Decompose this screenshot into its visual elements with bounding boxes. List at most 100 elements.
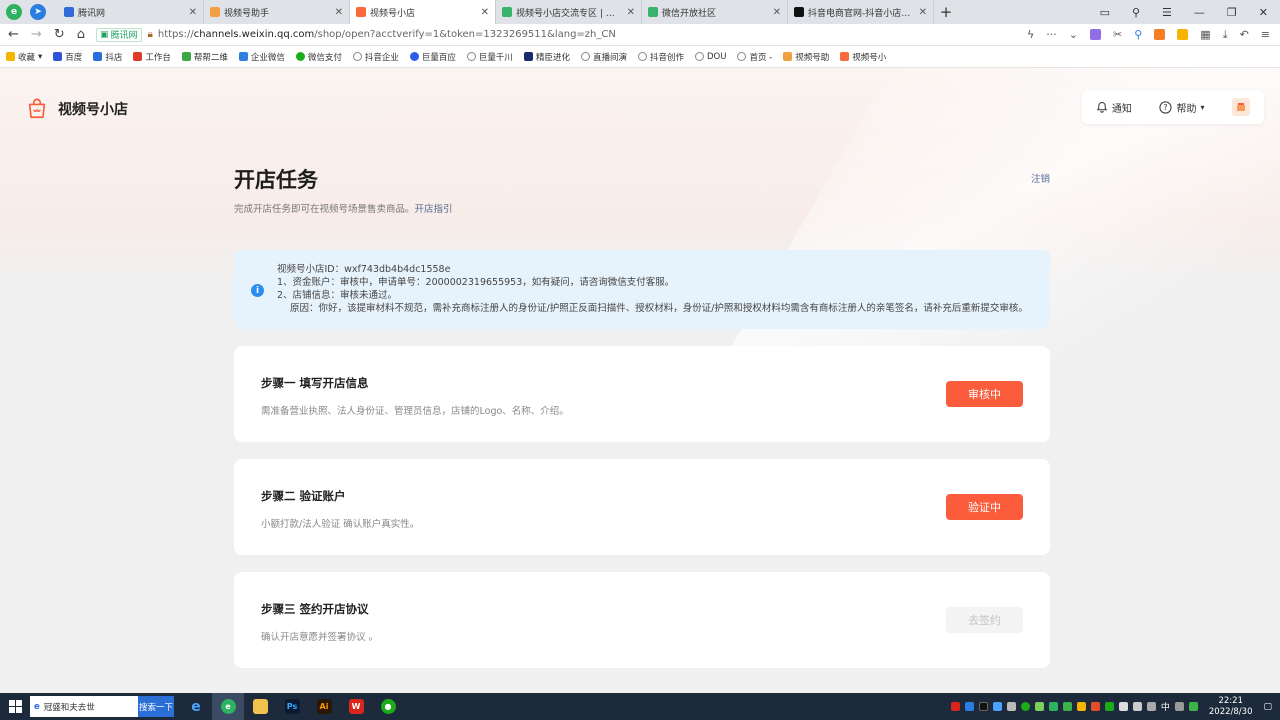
url-field[interactable]: ▣ 腾讯网 🔒︎ https:// channels.weixin.qq.com…	[96, 26, 1027, 44]
tab-close-icon[interactable]: ✕	[481, 7, 489, 18]
taskbar-app-ie[interactable]: e	[180, 693, 212, 720]
bookmark-item[interactable]: DOU	[694, 52, 726, 62]
tab-4[interactable]: 微信开放社区 ✕	[642, 0, 788, 24]
guide-link[interactable]: 开店指引	[415, 204, 453, 215]
keyboard-icon[interactable]	[1174, 702, 1184, 711]
flash-icon[interactable]: ϟ	[1027, 28, 1034, 41]
bookmark-item[interactable]: 抖音企业	[352, 51, 399, 63]
bookmark-item[interactable]: 直播间演	[580, 51, 627, 63]
taskbar-app-photoshop[interactable]: Ps	[276, 693, 308, 720]
bookmark-item[interactable]: 巨量千川	[466, 51, 513, 63]
ime-indicator[interactable]: 中	[1161, 700, 1170, 713]
close-window-icon[interactable]: ✕	[1259, 6, 1268, 19]
url-scheme: https://	[157, 29, 194, 40]
taskbar-app-browser[interactable]: e	[212, 693, 244, 720]
tab-close-icon[interactable]: ✕	[773, 7, 781, 18]
qrcode-icon	[181, 52, 191, 61]
bookmark-item[interactable]: 企业微信	[238, 51, 285, 63]
tray-app-icon[interactable]	[1062, 702, 1072, 711]
reload-icon[interactable]: ↻	[54, 27, 65, 42]
search-icon[interactable]: ⚲	[1134, 28, 1142, 41]
tab-0[interactable]: 腾讯网 ✕	[58, 0, 204, 24]
taskbar-app-explorer[interactable]	[244, 693, 276, 720]
apps-grid-icon[interactable]: ▦	[1200, 28, 1210, 41]
search-button[interactable]: 搜索一下	[138, 696, 174, 717]
logout-link[interactable]: 注销	[1031, 171, 1050, 185]
tray-app-icon[interactable]	[1048, 702, 1058, 711]
settings-icon[interactable]: ☰	[1162, 6, 1172, 19]
bluetooth-icon[interactable]	[964, 702, 974, 711]
undo-icon[interactable]: ↶	[1240, 28, 1249, 41]
tab-list-icon[interactable]: ▭	[1100, 6, 1110, 19]
help-button[interactable]: ? 帮助 ▾	[1159, 100, 1205, 115]
taskbar-app-wechat[interactable]: ●	[372, 693, 404, 720]
taskbar-apps: e e Ps Ai W ●	[180, 693, 404, 720]
security-icon[interactable]: 🔒︎	[148, 29, 153, 40]
notify-button[interactable]: 通知	[1096, 100, 1132, 115]
browser-logo-icon[interactable]: e	[6, 4, 22, 20]
avatar[interactable]	[1232, 98, 1251, 116]
minimize-icon[interactable]: —	[1194, 6, 1205, 19]
site-badge[interactable]: ▣ 腾讯网	[96, 27, 142, 42]
dropdown-icon[interactable]: ⌄	[1069, 28, 1078, 41]
taskbar-app-wps[interactable]: W	[340, 693, 372, 720]
pin-icon[interactable]: ⚲	[1132, 6, 1140, 19]
battery-icon[interactable]	[1146, 702, 1156, 711]
douyin-tray-icon[interactable]	[978, 702, 988, 711]
toolbar-right: ϟ ··· ⌄ ✂ ⚲ ▦ ⤓ ↶ ≡	[1027, 28, 1280, 42]
tab-1[interactable]: 视频号助手 ✕	[204, 0, 350, 24]
tab-close-icon[interactable]: ✕	[919, 7, 927, 18]
tray-app-icon[interactable]	[1104, 702, 1114, 711]
tray-app-icon[interactable]	[992, 702, 1002, 711]
extension-icon[interactable]	[1090, 29, 1101, 40]
tab-5[interactable]: 抖音电商官网-抖音小店入驻 | 抖 ✕	[788, 0, 934, 24]
taskbar-search-input[interactable]: e 冠盛和夫去世	[30, 696, 138, 717]
security-tray-icon[interactable]	[1188, 702, 1198, 711]
game-icon[interactable]	[1154, 29, 1166, 40]
tab-close-icon[interactable]: ✕	[627, 7, 635, 18]
scissors-icon[interactable]: ✂	[1113, 28, 1122, 41]
network-icon[interactable]	[1132, 702, 1142, 711]
bookmark-item[interactable]: 收藏 ▾	[6, 51, 42, 63]
bookmark-item[interactable]: 工作台	[133, 51, 171, 63]
bookmark-item[interactable]: 微信支付	[295, 51, 342, 63]
start-button[interactable]	[0, 700, 30, 713]
system-clock[interactable]: 22:21 2022/8/30	[1209, 696, 1253, 718]
tray-app-icon[interactable]	[1034, 702, 1044, 711]
tab-2-active[interactable]: 视频号小店 ✕	[350, 0, 496, 24]
restore-icon[interactable]: ❐	[1227, 6, 1237, 19]
bookmark-item[interactable]: 帮帮二维	[181, 51, 228, 63]
download-icon[interactable]: ⤓	[1223, 28, 1228, 42]
back-icon[interactable]: ←	[8, 27, 19, 42]
tray-app-icon[interactable]	[1076, 702, 1086, 711]
new-tab-button[interactable]: +	[934, 0, 958, 24]
bookmark-item[interactable]: 首页 -	[737, 51, 772, 63]
verifying-button[interactable]: 验证中	[946, 494, 1023, 520]
bookmark-item[interactable]: 视频号助	[783, 51, 829, 63]
tray-app-icon[interactable]	[1090, 702, 1100, 711]
bookmark-item[interactable]: 巨量百应	[409, 51, 456, 63]
notification-icon[interactable]: ▢	[1263, 702, 1272, 712]
wps-tray-icon[interactable]	[950, 702, 960, 711]
bookmark-item[interactable]: 视频号小	[840, 51, 886, 63]
bookmark-item[interactable]: 抖音创作	[637, 51, 684, 63]
home-icon[interactable]: ⌂	[77, 27, 85, 42]
send-icon[interactable]: ➤	[30, 4, 46, 20]
forward-icon[interactable]: →	[31, 27, 42, 42]
menu-icon[interactable]: ≡	[1261, 28, 1270, 41]
more-icon[interactable]: ···	[1046, 28, 1057, 41]
wechat-tray-icon[interactable]	[1020, 702, 1030, 711]
under-review-button[interactable]: 审核中	[946, 381, 1023, 407]
shield-icon[interactable]	[1177, 29, 1189, 40]
volume-icon[interactable]	[1118, 702, 1128, 711]
bookmark-item[interactable]: 抖店	[93, 51, 122, 63]
brand[interactable]: 视频号小店	[26, 98, 128, 120]
sign-agreement-button[interactable]: 去签约	[946, 607, 1023, 633]
tab-close-icon[interactable]: ✕	[189, 7, 197, 18]
tab-close-icon[interactable]: ✕	[335, 7, 343, 18]
bookmark-item[interactable]: 百度	[53, 51, 82, 63]
taskbar-app-illustrator[interactable]: Ai	[308, 693, 340, 720]
tray-app-icon[interactable]	[1006, 702, 1016, 711]
tab-3[interactable]: 视频号小店交流专区 | 微信开放 ✕	[496, 0, 642, 24]
bookmark-item[interactable]: 精臣进化	[523, 51, 570, 63]
